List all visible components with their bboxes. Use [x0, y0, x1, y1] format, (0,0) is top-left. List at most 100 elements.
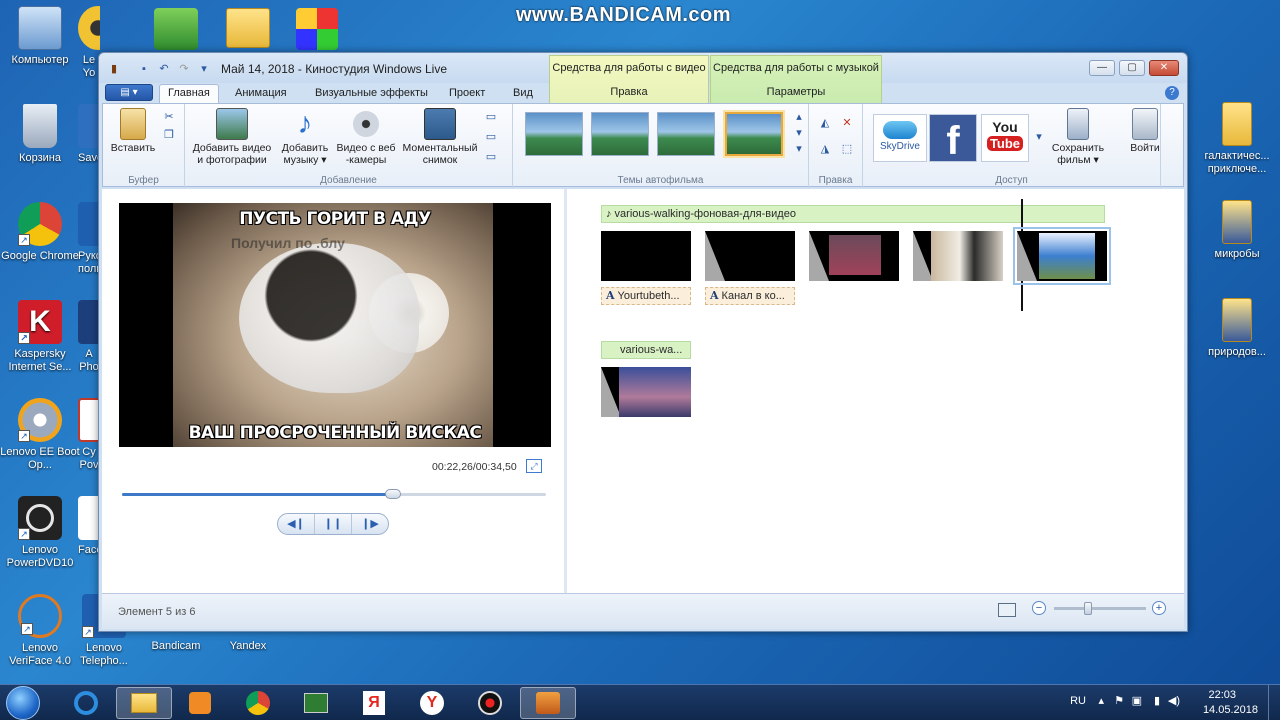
zoom-slider[interactable]: [1054, 602, 1146, 615]
desktop-icon-folder-galactic[interactable]: галактичес... приключе...: [1194, 102, 1280, 176]
desktop-icon-col2-1[interactable]: Le Yo: [78, 6, 100, 80]
desktop-icon-yandex[interactable]: Yandex: [208, 640, 288, 653]
video-clip[interactable]: [913, 231, 1003, 281]
tab-home[interactable]: Главная: [159, 84, 219, 104]
theme-thumbnail[interactable]: [657, 112, 715, 156]
facebook-button[interactable]: f: [929, 114, 977, 163]
skydrive-button[interactable]: SkyDrive: [873, 114, 927, 162]
theme-thumbnail-selected[interactable]: [725, 112, 783, 156]
desktop-icon-bandicam[interactable]: Bandicam: [136, 640, 216, 653]
paste-button[interactable]: Вставить: [109, 108, 157, 154]
music-track-2[interactable]: various-wa...: [601, 341, 691, 359]
maximize-button[interactable]: ▢: [1119, 60, 1145, 76]
zoom-thumb[interactable]: [1084, 602, 1093, 615]
taskbar-yandex[interactable]: Y: [404, 687, 460, 719]
rubiks-cube-icon[interactable]: [296, 8, 338, 50]
youtube-button[interactable]: You Tube: [981, 114, 1029, 162]
desktop-icon-col2-4[interactable]: A Pho: [78, 300, 100, 374]
save-icon[interactable]: ▪: [137, 62, 151, 76]
credits-icon[interactable]: ▭: [483, 150, 499, 164]
next-frame-button[interactable]: ❙▶: [352, 514, 388, 534]
share-gallery-more-icon[interactable]: ▾: [1031, 130, 1047, 144]
taskbar-app[interactable]: [288, 687, 344, 719]
sign-in-button[interactable]: Войти: [1123, 108, 1167, 154]
select-all-icon[interactable]: ⬚: [839, 142, 855, 156]
snapshot-button[interactable]: Моментальный снимок: [397, 108, 483, 166]
desktop-icon-recycle-bin[interactable]: Корзина: [0, 104, 80, 165]
desktop-icon-chrome[interactable]: ↗ Google Chrome: [0, 202, 80, 263]
gallery-scroll-up-icon[interactable]: ▴: [791, 110, 807, 124]
desktop-icon-lenovo-ee[interactable]: ↗ Lenovo EE Boot Op...: [0, 398, 80, 472]
rotate-right-icon[interactable]: ◮: [817, 142, 833, 156]
previous-frame-button[interactable]: ◀❙: [278, 514, 315, 534]
video-clip[interactable]: [601, 231, 691, 281]
taskbar-explorer[interactable]: [116, 687, 172, 719]
zoom-out-button[interactable]: −: [1032, 601, 1046, 615]
taskbar-chrome[interactable]: [230, 687, 286, 719]
desktop-icon-col2-2[interactable]: Save: [78, 104, 100, 165]
caption-track[interactable]: A Канал в ко...: [705, 287, 795, 305]
clock-time[interactable]: 22:03: [1208, 689, 1236, 701]
desktop-icon-col2-3[interactable]: Руко поль: [78, 202, 100, 276]
taskbar-ie[interactable]: [58, 687, 114, 719]
help-icon[interactable]: ?: [1165, 86, 1179, 100]
video-clip[interactable]: [601, 367, 691, 417]
seek-thumb[interactable]: [385, 489, 402, 499]
pause-button[interactable]: ❙❙: [315, 514, 352, 534]
flag-icon[interactable]: ⚑: [1114, 694, 1124, 707]
clock-date[interactable]: 14.05.2018: [1203, 704, 1258, 716]
tab-animation[interactable]: Анимация: [227, 85, 295, 103]
desktop-icon-col2-5[interactable]: Су Pov: [78, 398, 100, 472]
show-desktop-button[interactable]: [1268, 685, 1280, 720]
monitor-icon[interactable]: [998, 603, 1016, 617]
video-clip-selected[interactable]: [1013, 227, 1111, 285]
seek-bar[interactable]: [122, 489, 546, 499]
minimize-button[interactable]: —: [1089, 60, 1115, 76]
copy-icon[interactable]: ❐: [161, 128, 177, 142]
desktop-icon-folder-microbes[interactable]: микробы: [1194, 200, 1280, 261]
gallery-more-icon[interactable]: ▾: [791, 142, 807, 156]
folder-icon[interactable]: [226, 8, 270, 48]
desktop-icon-folder-nature[interactable]: природов...: [1194, 298, 1280, 359]
undo-icon[interactable]: ↶: [157, 62, 171, 76]
taskbar-yandex-browser[interactable]: Я: [346, 687, 402, 719]
rotate-left-icon[interactable]: ◭: [817, 116, 833, 130]
video-preview[interactable]: ПУСТЬ ГОРИТ В АДУ Получил по .блу ВАШ ПР…: [119, 203, 551, 447]
video-clip[interactable]: [705, 231, 795, 281]
theme-thumbnail[interactable]: [525, 112, 583, 156]
desktop-icon-col2-6[interactable]: Face: [78, 496, 100, 557]
installer-shield-icon[interactable]: [154, 8, 198, 50]
cut-icon[interactable]: ✂: [161, 110, 177, 124]
tab-project[interactable]: Проект: [441, 85, 493, 103]
delete-icon[interactable]: ✕: [839, 116, 855, 130]
app-menu-icon[interactable]: ▮: [107, 62, 121, 76]
video-clip[interactable]: [809, 231, 899, 281]
title-icon[interactable]: ▭: [483, 110, 499, 124]
taskbar-media-player[interactable]: [172, 687, 228, 719]
quick-access-dropdown-icon[interactable]: ▾: [197, 62, 211, 76]
gallery-scroll-down-icon[interactable]: ▾: [791, 126, 807, 140]
tab-visual-effects[interactable]: Визуальные эффекты: [307, 85, 436, 103]
tab-view[interactable]: Вид: [505, 85, 541, 103]
file-menu-button[interactable]: ▤ ▾: [105, 84, 153, 101]
fullscreen-icon[interactable]: ⤢: [526, 459, 542, 473]
taskbar-bandicam[interactable]: [462, 687, 518, 719]
save-movie-button[interactable]: Сохранить фильм ▾: [1047, 108, 1109, 166]
redo-icon[interactable]: ↷: [177, 62, 191, 76]
tray-expand-icon[interactable]: ▴: [1098, 694, 1104, 707]
taskbar-movie-maker[interactable]: [520, 687, 576, 719]
webcam-video-button[interactable]: Видео с веб -камеры: [333, 108, 399, 166]
close-button[interactable]: ✕: [1149, 60, 1179, 76]
add-music-button[interactable]: ♪ Добавить музыку ▾: [277, 108, 333, 167]
desktop-icon-computer[interactable]: Компьютер: [0, 6, 80, 67]
add-video-photos-button[interactable]: Добавить видео и фотографии: [189, 108, 275, 166]
caption-track[interactable]: A Yourtubeth...: [601, 287, 691, 305]
network-icon[interactable]: ▮: [1154, 694, 1160, 707]
music-track-1[interactable]: ♪ various-walking-фоновая-для-видео: [601, 205, 1105, 223]
monitor-icon[interactable]: ▣: [1132, 694, 1142, 707]
zoom-in-button[interactable]: +: [1152, 601, 1166, 615]
caption-icon[interactable]: ▭: [483, 130, 499, 144]
volume-icon[interactable]: ◀): [1168, 694, 1180, 707]
theme-thumbnail[interactable]: [591, 112, 649, 156]
title-bar[interactable]: ▮ ▪ ↶ ↷ ▾ Май 14, 2018 - Киностудия Wind…: [99, 53, 1187, 103]
